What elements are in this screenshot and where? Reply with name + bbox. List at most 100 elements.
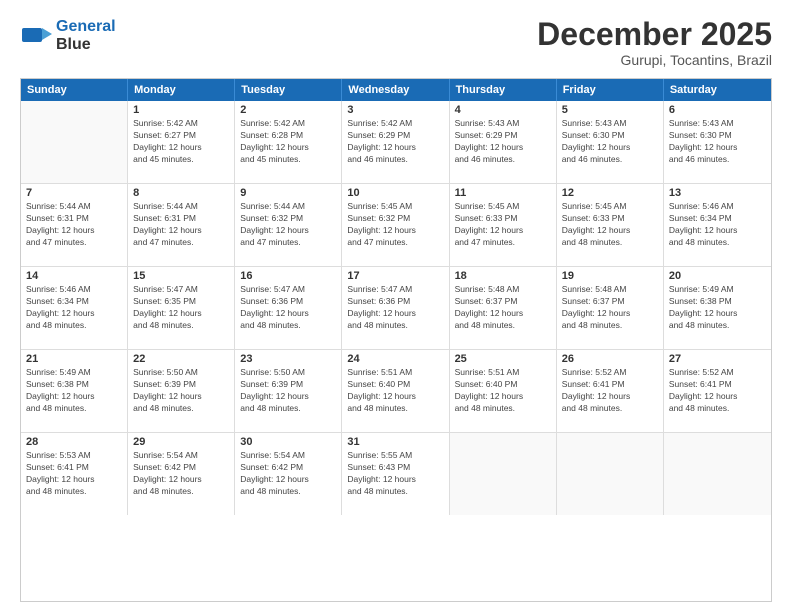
cell-info: Sunrise: 5:52 AM Sunset: 6:41 PM Dayligh…: [669, 367, 766, 415]
cell-info: Sunrise: 5:46 AM Sunset: 6:34 PM Dayligh…: [26, 284, 122, 332]
logo: General Blue: [20, 18, 116, 53]
cal-cell: 20Sunrise: 5:49 AM Sunset: 6:38 PM Dayli…: [664, 267, 771, 349]
calendar-body: 1 Sunrise: 5:42 AM Sunset: 6:27 PM Daylig…: [21, 101, 771, 515]
cal-cell: 9Sunrise: 5:44 AM Sunset: 6:32 PM Daylig…: [235, 184, 342, 266]
cal-cell: 26 Sunrise: 5:52 AM Sunset: 6:41 PM Dayli…: [557, 350, 664, 432]
cell-info: Sunrise: 5:49 AM Sunset: 6:38 PM Dayligh…: [26, 367, 122, 415]
location: Gurupi, Tocantins, Brazil: [537, 52, 772, 68]
calendar-row-4: 21Sunrise: 5:49 AM Sunset: 6:38 PM Dayli…: [21, 350, 771, 433]
cell-date: 13: [669, 187, 766, 199]
cell-date: 12: [562, 187, 658, 199]
cell-info: Sunrise: 5:42 AM Sunset: 6:27 PM Dayligh…: [133, 118, 229, 166]
logo-text: General Blue: [56, 18, 116, 53]
cell-info: Sunrise: 5:45 AM Sunset: 6:33 PM Dayligh…: [562, 201, 658, 249]
cell-date: 2: [240, 104, 336, 116]
logo-icon: [20, 20, 52, 52]
cal-cell: 13 Sunrise: 5:46 AM Sunset: 6:34 PM Dayli…: [664, 184, 771, 266]
weekday-header-wednesday: Wednesday: [342, 79, 449, 101]
cal-cell: 8Sunrise: 5:44 AM Sunset: 6:31 PM Daylig…: [128, 184, 235, 266]
cal-cell: 6Sunrise: 5:43 AM Sunset: 6:30 PM Daylig…: [664, 101, 771, 183]
weekday-header-tuesday: Tuesday: [235, 79, 342, 101]
weekday-header-thursday: Thursday: [450, 79, 557, 101]
cal-cell: [450, 433, 557, 515]
cell-info: Sunrise: 5:42 AM Sunset: 6:29 PM Dayligh…: [347, 118, 443, 166]
page: General Blue December 2025 Gurupi, Tocan…: [0, 0, 792, 612]
cal-cell: 30 Sunrise: 5:54 AM Sunset: 6:42 PM Dayli…: [235, 433, 342, 515]
cal-cell: 16 Sunrise: 5:47 AM Sunset: 6:36 PM Dayli…: [235, 267, 342, 349]
calendar: SundayMondayTuesdayWednesdayThursdayFrid…: [20, 78, 772, 602]
cell-info: Sunrise: 5:51 AM Sunset: 6:40 PM Dayligh…: [347, 367, 443, 415]
cell-info: Sunrise: 5:54 AM Sunset: 6:42 PM Dayligh…: [133, 450, 229, 498]
cell-date: 4: [455, 104, 551, 116]
cell-date: 8: [133, 187, 229, 199]
cal-cell: 24Sunrise: 5:51 AM Sunset: 6:40 PM Dayli…: [342, 350, 449, 432]
cal-cell: 7 Sunrise: 5:44 AM Sunset: 6:31 PM Daylig…: [21, 184, 128, 266]
weekday-header-sunday: Sunday: [21, 79, 128, 101]
cal-cell: 15Sunrise: 5:47 AM Sunset: 6:35 PM Dayli…: [128, 267, 235, 349]
cal-cell: 5 Sunrise: 5:43 AM Sunset: 6:30 PM Daylig…: [557, 101, 664, 183]
cell-info: Sunrise: 5:43 AM Sunset: 6:30 PM Dayligh…: [669, 118, 766, 166]
cell-date: 18: [455, 270, 551, 282]
cell-date: 25: [455, 353, 551, 365]
cell-date: 16: [240, 270, 336, 282]
cell-info: Sunrise: 5:46 AM Sunset: 6:34 PM Dayligh…: [669, 201, 766, 249]
cell-date: 23: [240, 353, 336, 365]
cell-info: Sunrise: 5:43 AM Sunset: 6:30 PM Dayligh…: [562, 118, 658, 166]
cal-cell: 23 Sunrise: 5:50 AM Sunset: 6:39 PM Dayli…: [235, 350, 342, 432]
cal-cell: 10Sunrise: 5:45 AM Sunset: 6:32 PM Dayli…: [342, 184, 449, 266]
cell-date: 30: [240, 436, 336, 448]
cal-cell: 3Sunrise: 5:42 AM Sunset: 6:29 PM Daylig…: [342, 101, 449, 183]
cal-cell: 19Sunrise: 5:48 AM Sunset: 6:37 PM Dayli…: [557, 267, 664, 349]
cell-date: 26: [562, 353, 658, 365]
cell-date: 7: [26, 187, 122, 199]
cell-info: Sunrise: 5:48 AM Sunset: 6:37 PM Dayligh…: [562, 284, 658, 332]
cell-info: Sunrise: 5:50 AM Sunset: 6:39 PM Dayligh…: [240, 367, 336, 415]
calendar-row-5: 28Sunrise: 5:53 AM Sunset: 6:41 PM Dayli…: [21, 433, 771, 515]
cal-cell: 17 Sunrise: 5:47 AM Sunset: 6:36 PM Dayli…: [342, 267, 449, 349]
cell-info: Sunrise: 5:45 AM Sunset: 6:33 PM Dayligh…: [455, 201, 551, 249]
weekday-header-monday: Monday: [128, 79, 235, 101]
calendar-row-3: 14 Sunrise: 5:46 AM Sunset: 6:34 PM Dayli…: [21, 267, 771, 350]
cal-cell: 4Sunrise: 5:43 AM Sunset: 6:29 PM Daylig…: [450, 101, 557, 183]
cal-cell: 18 Sunrise: 5:48 AM Sunset: 6:37 PM Dayli…: [450, 267, 557, 349]
cell-info: Sunrise: 5:49 AM Sunset: 6:38 PM Dayligh…: [669, 284, 766, 332]
cell-date: 27: [669, 353, 766, 365]
cal-cell: 12 Sunrise: 5:45 AM Sunset: 6:33 PM Dayli…: [557, 184, 664, 266]
cal-cell: 21Sunrise: 5:49 AM Sunset: 6:38 PM Dayli…: [21, 350, 128, 432]
cell-info: Sunrise: 5:48 AM Sunset: 6:37 PM Dayligh…: [455, 284, 551, 332]
cell-info: Sunrise: 5:55 AM Sunset: 6:43 PM Dayligh…: [347, 450, 443, 498]
cal-cell: [21, 101, 128, 183]
cell-date: 17: [347, 270, 443, 282]
cell-info: Sunrise: 5:47 AM Sunset: 6:36 PM Dayligh…: [347, 284, 443, 332]
calendar-header: SundayMondayTuesdayWednesdayThursdayFrid…: [21, 79, 771, 101]
weekday-header-saturday: Saturday: [664, 79, 771, 101]
calendar-row-1: 1 Sunrise: 5:42 AM Sunset: 6:27 PM Daylig…: [21, 101, 771, 184]
cell-info: Sunrise: 5:51 AM Sunset: 6:40 PM Dayligh…: [455, 367, 551, 415]
cal-cell: 2 Sunrise: 5:42 AM Sunset: 6:28 PM Daylig…: [235, 101, 342, 183]
cell-info: Sunrise: 5:47 AM Sunset: 6:36 PM Dayligh…: [240, 284, 336, 332]
cell-date: 10: [347, 187, 443, 199]
cal-cell: 11 Sunrise: 5:45 AM Sunset: 6:33 PM Dayli…: [450, 184, 557, 266]
header: General Blue December 2025 Gurupi, Tocan…: [20, 18, 772, 68]
cal-cell: 27 Sunrise: 5:52 AM Sunset: 6:41 PM Dayli…: [664, 350, 771, 432]
cell-info: Sunrise: 5:53 AM Sunset: 6:41 PM Dayligh…: [26, 450, 122, 498]
cal-cell: 29 Sunrise: 5:54 AM Sunset: 6:42 PM Dayli…: [128, 433, 235, 515]
cell-date: 29: [133, 436, 229, 448]
cell-date: 15: [133, 270, 229, 282]
cal-cell: 1 Sunrise: 5:42 AM Sunset: 6:27 PM Daylig…: [128, 101, 235, 183]
cell-date: 22: [133, 353, 229, 365]
cell-info: Sunrise: 5:54 AM Sunset: 6:42 PM Dayligh…: [240, 450, 336, 498]
month-title: December 2025: [537, 18, 772, 50]
cell-date: 11: [455, 187, 551, 199]
cell-date: 14: [26, 270, 122, 282]
cell-info: Sunrise: 5:52 AM Sunset: 6:41 PM Dayligh…: [562, 367, 658, 415]
cell-date: 5: [562, 104, 658, 116]
cell-info: Sunrise: 5:44 AM Sunset: 6:31 PM Dayligh…: [26, 201, 122, 249]
title-block: December 2025 Gurupi, Tocantins, Brazil: [537, 18, 772, 68]
weekday-header-friday: Friday: [557, 79, 664, 101]
cell-info: Sunrise: 5:50 AM Sunset: 6:39 PM Dayligh…: [133, 367, 229, 415]
cell-date: 31: [347, 436, 443, 448]
cell-info: Sunrise: 5:42 AM Sunset: 6:28 PM Dayligh…: [240, 118, 336, 166]
cal-cell: 28Sunrise: 5:53 AM Sunset: 6:41 PM Dayli…: [21, 433, 128, 515]
cell-date: 1: [133, 104, 229, 116]
